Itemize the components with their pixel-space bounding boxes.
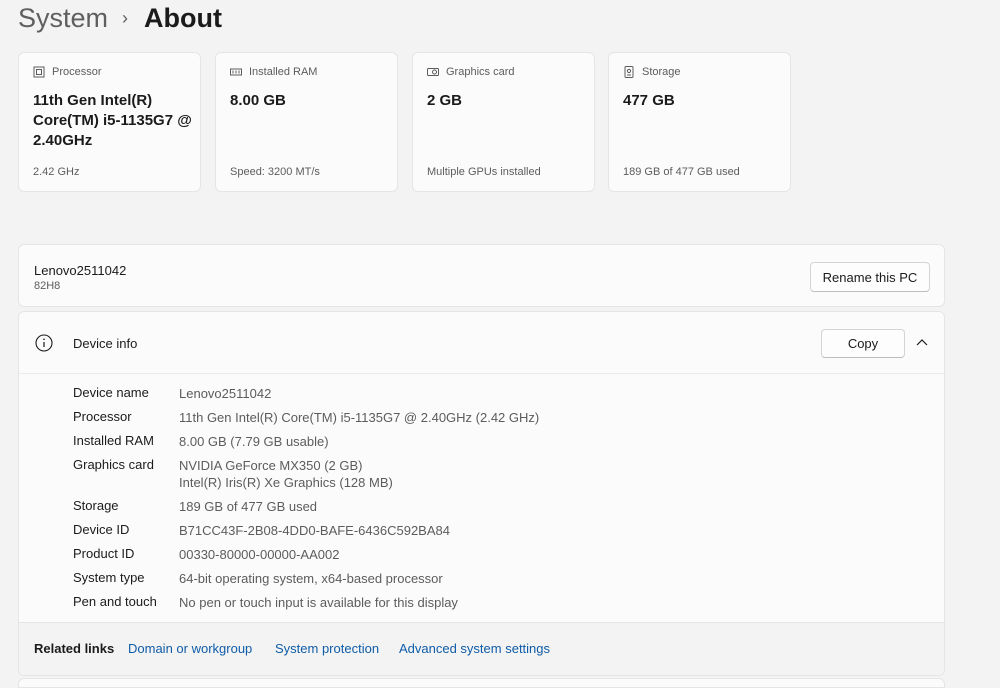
spec-value-secondary: Intel(R) Iris(R) Xe Graphics (128 MB) bbox=[179, 475, 393, 490]
pc-name-panel: Lenovo2511042 82H8 Rename this PC bbox=[18, 244, 945, 307]
graphics-card-sub: Multiple GPUs installed bbox=[427, 166, 541, 178]
ram-card-sub: Speed: 3200 MT/s bbox=[230, 166, 320, 178]
spec-row-processor: Processor 11th Gen Intel(R) Core(TM) i5-… bbox=[73, 409, 539, 426]
graphics-card-value: 2 GB bbox=[427, 92, 463, 109]
spec-label: Processor bbox=[73, 409, 132, 424]
spec-label: Product ID bbox=[73, 546, 135, 561]
spec-row-system-type: System type 64-bit operating system, x64… bbox=[73, 570, 443, 587]
ram-card-label: Installed RAM bbox=[249, 66, 318, 78]
page-title: About bbox=[144, 2, 222, 33]
spec-label: Installed RAM bbox=[73, 433, 154, 448]
system-protection-link[interactable]: System protection bbox=[275, 641, 379, 656]
spec-value: 8.00 GB (7.79 GB usable) bbox=[179, 434, 329, 449]
chevron-up-icon[interactable] bbox=[915, 336, 929, 350]
storage-card-value: 477 GB bbox=[623, 92, 675, 109]
info-icon bbox=[35, 334, 53, 352]
spec-label: Graphics card bbox=[73, 457, 154, 472]
spec-value: B71CC43F-2B08-4DD0-BAFE-6436C592BA84 bbox=[179, 523, 450, 538]
breadcrumb-system[interactable]: System bbox=[18, 3, 108, 34]
spec-value: Lenovo2511042 bbox=[179, 386, 272, 401]
spec-label: System type bbox=[73, 570, 145, 585]
processor-card-sub: 2.42 GHz bbox=[33, 166, 80, 178]
spec-row-graphics-card: Graphics card NVIDIA GeForce MX350 (2 GB… bbox=[73, 457, 393, 491]
ram-card: Installed RAM 8.00 GB Speed: 3200 MT/s bbox=[215, 52, 398, 192]
spec-value: 64-bit operating system, x64-based proce… bbox=[179, 571, 443, 586]
device-info-header[interactable]: Device info Copy bbox=[19, 312, 944, 374]
spec-row-device-name: Device name Lenovo2511042 bbox=[73, 385, 271, 402]
spec-value: No pen or touch input is available for t… bbox=[179, 595, 458, 610]
spec-value: 00330-80000-00000-AA002 bbox=[179, 547, 340, 562]
device-info-title: Device info bbox=[73, 336, 138, 351]
rename-pc-button[interactable]: Rename this PC bbox=[810, 262, 930, 292]
ram-card-value: 8.00 GB bbox=[230, 92, 286, 109]
breadcrumb: System › About bbox=[18, 0, 222, 36]
spec-label: Device ID bbox=[73, 522, 130, 537]
spec-row-device-id: Device ID B71CC43F-2B08-4DD0-BAFE-6436C5… bbox=[73, 522, 450, 539]
related-links-label: Related links bbox=[34, 641, 115, 656]
advanced-system-settings-link[interactable]: Advanced system settings bbox=[399, 641, 550, 656]
copy-button[interactable]: Copy bbox=[821, 329, 905, 358]
processor-icon bbox=[33, 66, 45, 78]
processor-card-value: 11th Gen Intel(R) Core(TM) i5-1135G7 @ 2… bbox=[33, 92, 192, 149]
storage-card: Storage 477 GB 189 GB of 477 GB used bbox=[608, 52, 791, 192]
next-panel-edge bbox=[18, 678, 945, 688]
pc-name: Lenovo2511042 bbox=[34, 263, 127, 278]
spec-row-product-id: Product ID 00330-80000-00000-AA002 bbox=[73, 546, 339, 563]
related-links-bar: Related links Domain or workgroup System… bbox=[19, 622, 944, 675]
spec-value: NVIDIA GeForce MX350 (2 GB) bbox=[179, 458, 363, 473]
graphics-card-icon bbox=[427, 68, 439, 76]
ram-icon bbox=[230, 68, 242, 76]
device-info-panel: Device info Copy Device name Lenovo25110… bbox=[18, 311, 945, 676]
spec-label: Pen and touch bbox=[73, 594, 157, 609]
spec-value: 11th Gen Intel(R) Core(TM) i5-1135G7 @ 2… bbox=[179, 410, 540, 425]
chevron-right-icon: › bbox=[122, 7, 129, 28]
spec-row-installed-ram: Installed RAM 8.00 GB (7.79 GB usable) bbox=[73, 433, 329, 450]
graphics-card-card: Graphics card 2 GB Multiple GPUs install… bbox=[412, 52, 595, 192]
storage-card-sub: 189 GB of 477 GB used bbox=[623, 166, 740, 178]
spec-row-pen-and-touch: Pen and touch No pen or touch input is a… bbox=[73, 594, 458, 611]
domain-or-workgroup-link[interactable]: Domain or workgroup bbox=[128, 641, 252, 656]
spec-label: Storage bbox=[73, 498, 119, 513]
spec-label: Device name bbox=[73, 385, 149, 400]
graphics-card-label: Graphics card bbox=[446, 66, 515, 78]
storage-icon bbox=[624, 66, 634, 78]
spec-value: 189 GB of 477 GB used bbox=[179, 499, 318, 514]
processor-card-label: Processor bbox=[52, 66, 102, 78]
pc-model: 82H8 bbox=[34, 280, 61, 292]
storage-card-label: Storage bbox=[642, 66, 681, 78]
spec-row-storage: Storage 189 GB of 477 GB used bbox=[73, 498, 317, 515]
processor-card: Processor 11th Gen Intel(R) Core(TM) i5-… bbox=[18, 52, 201, 192]
